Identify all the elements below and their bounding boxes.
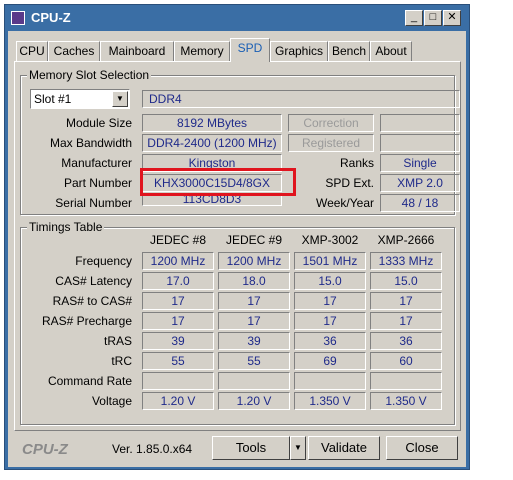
timings-cell: 1200 MHz bbox=[218, 252, 290, 270]
client-area: CPU Caches Mainboard Memory SPD Graphics… bbox=[8, 31, 466, 467]
timings-cell: 1333 MHz bbox=[370, 252, 442, 270]
cpuz-brand-logo: CPU-Z bbox=[22, 441, 68, 458]
timings-row-label: RAS# to CAS# bbox=[52, 294, 132, 308]
window-title: CPU-Z bbox=[31, 10, 71, 25]
timings-row-label: Voltage bbox=[91, 394, 132, 408]
title-bar[interactable]: CPU-Z _ □ ✕ bbox=[5, 5, 469, 31]
timings-row-label: tRC bbox=[111, 354, 132, 368]
timings-cell: 1.350 V bbox=[294, 392, 366, 410]
memory-slot-group-label: Memory Slot Selection bbox=[27, 68, 152, 82]
correction-field: Correction bbox=[288, 114, 374, 132]
registered-value bbox=[380, 134, 460, 152]
timings-cell: 39 bbox=[142, 332, 214, 350]
timings-col-header: XMP-3002 bbox=[301, 233, 359, 247]
timings-row-label: RAS# Precharge bbox=[41, 314, 132, 328]
timings-col-header: JEDEC #9 bbox=[225, 233, 283, 247]
timings-cell: 17 bbox=[218, 312, 290, 330]
spd-ext-label: SPD Ext. bbox=[325, 176, 374, 190]
slot-select[interactable]: Slot #1 ▼ bbox=[30, 89, 130, 109]
tab-spd[interactable]: SPD bbox=[230, 38, 270, 62]
version-label: Ver. 1.85.0.x64 bbox=[112, 442, 193, 456]
tools-button-label: Tools bbox=[235, 440, 267, 455]
close-window-button[interactable]: ✕ bbox=[443, 10, 461, 26]
timings-row-label: tRAS bbox=[103, 334, 132, 348]
spd-ext-field: XMP 2.0 bbox=[380, 174, 460, 192]
part-number-label: Part Number bbox=[63, 176, 132, 190]
timings-cell: 17 bbox=[370, 292, 442, 310]
timings-cell: 17 bbox=[218, 292, 290, 310]
tab-caches[interactable]: Caches bbox=[48, 41, 100, 61]
cpuz-window: CPU-Z _ □ ✕ CPU Caches Mainboard Memory … bbox=[4, 4, 470, 470]
timings-cell: 55 bbox=[218, 352, 290, 370]
correction-value bbox=[380, 114, 460, 132]
maximize-button[interactable]: □ bbox=[424, 10, 442, 26]
module-size-label: Module Size bbox=[65, 116, 132, 130]
chevron-down-icon: ▼ bbox=[294, 443, 302, 452]
serial-number-label: Serial Number bbox=[55, 196, 132, 210]
timings-cell: 39 bbox=[218, 332, 290, 350]
tab-memory[interactable]: Memory bbox=[174, 41, 230, 61]
timings-cell: 17 bbox=[142, 312, 214, 330]
timings-cell: 1501 MHz bbox=[294, 252, 366, 270]
timings-row-label: Frequency bbox=[75, 254, 132, 268]
tab-cpu[interactable]: CPU bbox=[16, 41, 48, 61]
timings-cell: 17 bbox=[294, 312, 366, 330]
tab-about[interactable]: About bbox=[370, 41, 412, 61]
memory-type-field: DDR4 bbox=[142, 90, 460, 108]
tab-bench[interactable]: Bench bbox=[328, 41, 370, 61]
ranks-label: Ranks bbox=[339, 156, 374, 170]
max-bandwidth-label: Max Bandwidth bbox=[49, 136, 132, 150]
tab-mainboard[interactable]: Mainboard bbox=[100, 41, 174, 61]
timings-cell: 60 bbox=[370, 352, 442, 370]
ranks-field: Single bbox=[380, 154, 460, 172]
tools-button[interactable]: Tools bbox=[212, 436, 290, 460]
timings-cell: 36 bbox=[370, 332, 442, 350]
manufacturer-label: Manufacturer bbox=[61, 156, 132, 170]
timings-cell: 1.20 V bbox=[218, 392, 290, 410]
tools-dropdown-button[interactable]: ▼ bbox=[290, 436, 306, 460]
timings-cell: 17.0 bbox=[142, 272, 214, 290]
timings-col-header: JEDEC #8 bbox=[149, 233, 207, 247]
validate-button[interactable]: Validate bbox=[308, 436, 380, 460]
timings-cell: 15.0 bbox=[370, 272, 442, 290]
minimize-button[interactable]: _ bbox=[405, 10, 423, 26]
timings-cell: 17 bbox=[142, 292, 214, 310]
timings-cell: 69 bbox=[294, 352, 366, 370]
timings-cell: 17 bbox=[370, 312, 442, 330]
timings-cell: 15.0 bbox=[294, 272, 366, 290]
timings-cell bbox=[142, 372, 214, 390]
timings-group-label: Timings Table bbox=[27, 220, 105, 234]
week-year-field: 48 / 18 bbox=[380, 194, 460, 212]
timings-cell: 17 bbox=[294, 292, 366, 310]
cpuz-app-icon bbox=[11, 11, 25, 25]
registered-field: Registered bbox=[288, 134, 374, 152]
timings-cell bbox=[218, 372, 290, 390]
timings-cell: 55 bbox=[142, 352, 214, 370]
timings-cell: 1.350 V bbox=[370, 392, 442, 410]
timings-row-label: Command Rate bbox=[47, 374, 132, 388]
slot-select-value: Slot #1 bbox=[34, 92, 72, 106]
timings-cell: 36 bbox=[294, 332, 366, 350]
part-number-highlight-box bbox=[140, 168, 296, 196]
timings-cell: 1.20 V bbox=[142, 392, 214, 410]
timings-cell bbox=[294, 372, 366, 390]
tab-graphics[interactable]: Graphics bbox=[270, 41, 328, 61]
timings-row-label: CAS# Latency bbox=[55, 274, 132, 288]
max-bandwidth-field: DDR4-2400 (1200 MHz) bbox=[142, 134, 282, 152]
timings-cell bbox=[370, 372, 442, 390]
timings-cell: 1200 MHz bbox=[142, 252, 214, 270]
chevron-down-icon[interactable]: ▼ bbox=[112, 91, 128, 107]
module-size-field: 8192 MBytes bbox=[142, 114, 282, 132]
close-button[interactable]: Close bbox=[386, 436, 458, 460]
week-year-label: Week/Year bbox=[315, 196, 374, 210]
timings-cell: 18.0 bbox=[218, 272, 290, 290]
timings-col-header: XMP-2666 bbox=[377, 233, 435, 247]
